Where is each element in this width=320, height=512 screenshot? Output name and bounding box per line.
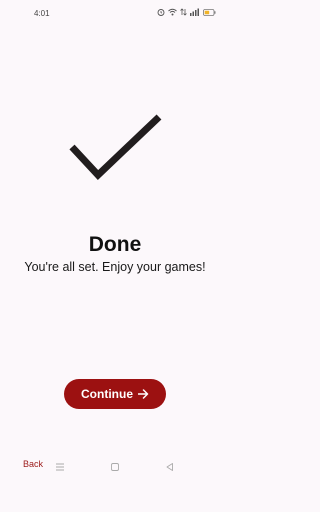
back-icon[interactable] [165, 462, 175, 472]
battery-icon [203, 8, 216, 16]
page-title: Done [88, 233, 142, 256]
continue-button-label: Continue [81, 387, 133, 401]
status-bar: 4:01 [0, 0, 230, 26]
navigation-bar [0, 462, 230, 478]
arrow-right-icon [138, 389, 149, 399]
checkmark-icon [69, 114, 162, 180]
continue-button[interactable]: Continue [64, 379, 166, 409]
status-time: 4:01 [34, 9, 50, 18]
signal-icon [190, 8, 200, 16]
data-icon [180, 8, 187, 16]
status-icons [157, 8, 216, 16]
wifi-icon [168, 8, 177, 16]
alarm-icon [157, 8, 165, 16]
page-subtitle: You're all set. Enjoy your games! [24, 260, 206, 274]
menu-icon[interactable] [55, 462, 65, 472]
home-icon[interactable] [110, 462, 120, 472]
